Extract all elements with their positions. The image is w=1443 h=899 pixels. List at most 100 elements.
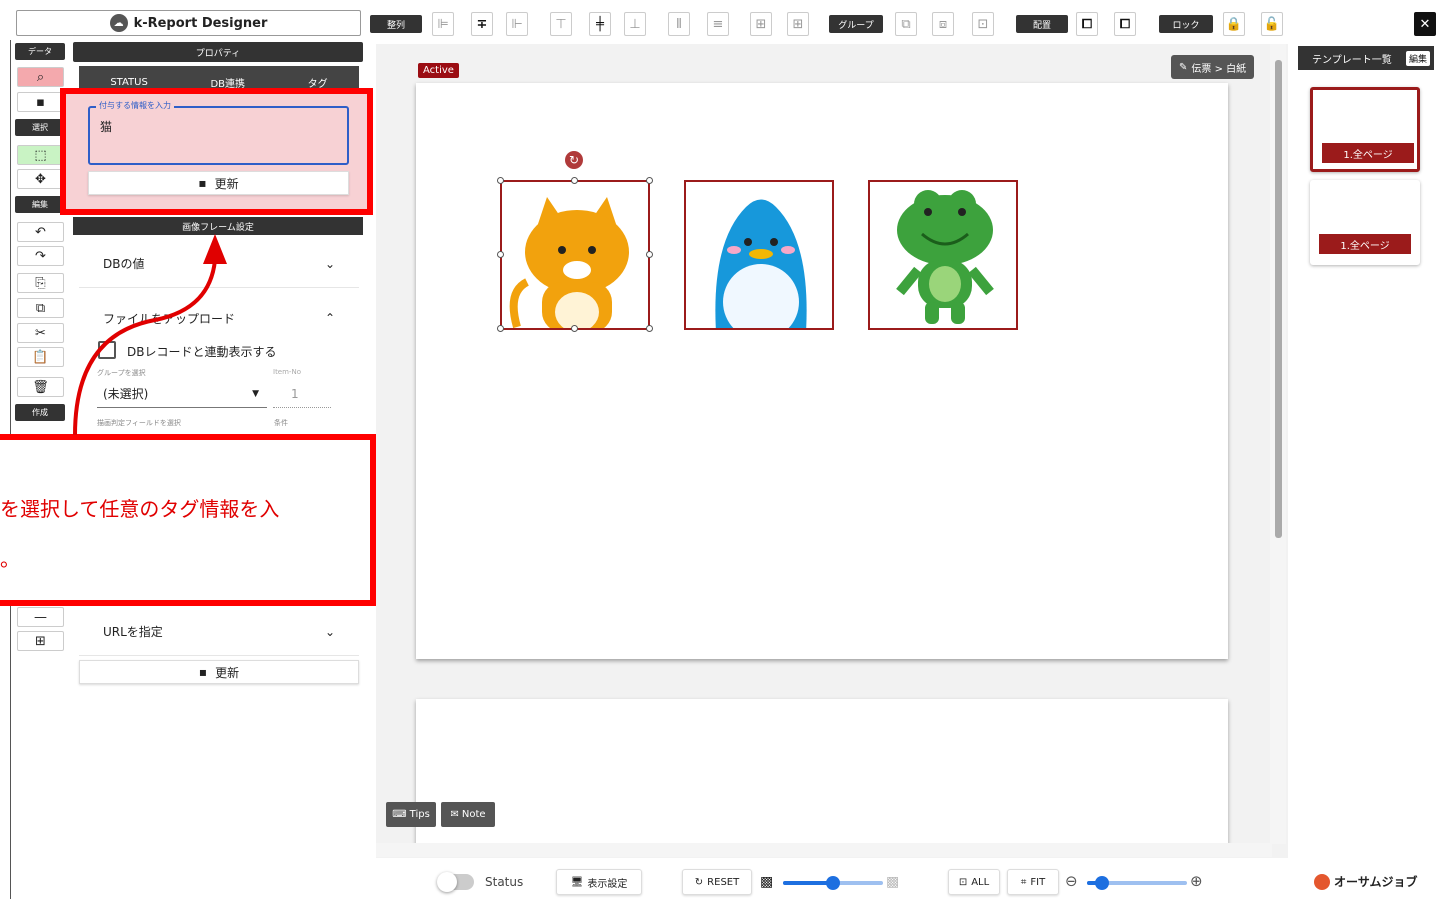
frog-image <box>896 190 994 324</box>
group-all-icon[interactable]: ⊡ <box>972 12 994 36</box>
frame-update-button[interactable]: ▪ 更新 <box>79 660 359 684</box>
unlock-icon[interactable]: 🔓 <box>1261 12 1283 36</box>
resize-handle-bl[interactable] <box>497 325 504 332</box>
fit-button[interactable]: ⌗ FIT <box>1007 869 1059 895</box>
grid-alt-icon[interactable]: ⊞ <box>787 12 809 36</box>
image-frame-cat[interactable] <box>500 180 650 330</box>
template-edit-button[interactable]: 編集 <box>1405 50 1430 66</box>
all-button[interactable]: ⊡ ALL <box>948 869 1000 895</box>
resize-handle-tr[interactable] <box>646 177 653 184</box>
image-frame-frog[interactable] <box>868 180 1018 330</box>
vertical-scroll-thumb[interactable] <box>1275 60 1282 538</box>
paste-icon[interactable]: 📋 <box>17 347 64 367</box>
properties-title: プロパティ <box>73 42 363 62</box>
template-list-title: テンプレート一覧 <box>1312 54 1392 66</box>
app-title-text: k-Report Designer <box>133 15 268 31</box>
brand-logo: オーサムジョブ <box>1314 873 1418 890</box>
copy-icon[interactable]: ⎘ <box>17 273 64 293</box>
keyboard-icon: ⌨ <box>392 809 407 820</box>
tab-status[interactable]: STATUS <box>110 77 148 88</box>
template-card-2[interactable]: 1.全ページ <box>1310 180 1420 265</box>
zoom-in-icon[interactable]: ⊕ <box>1190 872 1203 890</box>
display-settings-label: 表示設定 <box>587 878 628 890</box>
tag-update-button[interactable]: ▪ 更新 <box>88 171 349 195</box>
resize-handle-tl[interactable] <box>497 177 504 184</box>
zoom-slider-knob[interactable] <box>1095 876 1109 890</box>
resize-handle-l[interactable] <box>497 251 504 258</box>
bring-front-icon[interactable]: ⧠ <box>1076 12 1098 36</box>
breadcrumb-text: 伝票 > 白紙 <box>1191 63 1247 75</box>
chevron-down-icon: ⌄ <box>324 256 335 271</box>
tag-input-value[interactable]: 猫 <box>100 118 112 135</box>
note-icon: ✉ <box>450 809 459 820</box>
align-middle-icon[interactable]: ╪ <box>589 12 611 36</box>
fit-label: FIT <box>1030 876 1046 888</box>
align-center-icon[interactable]: ∓ <box>471 12 493 36</box>
undo-icon[interactable]: ↶ <box>17 222 64 242</box>
tag-input[interactable] <box>88 106 349 165</box>
resize-handle-br[interactable] <box>646 325 653 332</box>
resize-handle-b[interactable] <box>571 325 578 332</box>
cloud-icon: ☁ <box>109 14 128 32</box>
tag-update-label: 更新 <box>214 176 239 191</box>
move-icon[interactable]: ✥ <box>17 169 64 189</box>
align-left-icon[interactable]: ⊫ <box>432 12 454 36</box>
data-search-icon[interactable]: ⌕ <box>17 67 64 87</box>
data-section-label: データ <box>15 43 65 60</box>
grid-icon[interactable]: ⊞ <box>750 12 772 36</box>
ungroup-icon[interactable]: ⧈ <box>932 12 954 36</box>
horizontal-scrollbar[interactable] <box>376 843 1272 857</box>
template-card-1[interactable]: 1.全ページ <box>1310 87 1420 172</box>
zoom-out-icon[interactable]: ⊖ <box>1065 872 1078 890</box>
brand-icon <box>1314 873 1330 890</box>
rotate-icon[interactable]: ↻ <box>565 151 583 169</box>
display-settings-button[interactable]: 🖥 表示設定 <box>556 869 642 895</box>
delete-icon[interactable]: 🗑 <box>17 377 64 397</box>
save-icon[interactable]: ▪ <box>17 92 64 112</box>
distribute-h-icon[interactable]: ⫴ <box>668 12 690 36</box>
align-bottom-icon[interactable]: ⊥ <box>624 12 646 36</box>
cut-icon[interactable]: ✂ <box>17 323 64 343</box>
lock-icon[interactable]: 🔒 <box>1223 12 1245 36</box>
select-area-icon[interactable]: ⬚ <box>17 145 64 165</box>
url-label: URLを指定 <box>103 625 163 639</box>
cat-image <box>509 197 629 328</box>
chevron-up-icon: ⌃ <box>324 311 335 325</box>
distribute-v-icon[interactable]: ≡ <box>707 12 729 36</box>
item-no-input[interactable]: 1 <box>273 380 331 408</box>
brand-name: オーサムジョブ <box>1334 875 1418 889</box>
resize-handle-r[interactable] <box>646 251 653 258</box>
reset-button[interactable]: ↻ RESET <box>682 869 752 895</box>
callout-text: を選択して任意のタグ情報を入 。 <box>0 484 360 584</box>
chevron-down-icon: ⌄ <box>324 624 335 639</box>
redo-icon[interactable]: ↷ <box>17 246 64 266</box>
breadcrumb[interactable]: ✎ 伝票 > 白紙 <box>1171 55 1255 79</box>
accordion-url[interactable]: URLを指定 ⌄ <box>79 608 359 656</box>
line-icon[interactable]: — <box>17 607 64 627</box>
opacity-slider-knob[interactable] <box>826 876 840 890</box>
align-top-icon[interactable]: ⊤ <box>550 12 572 36</box>
opacity-min-icon: ▩ <box>760 874 774 890</box>
edit-icon: ✎ <box>1179 61 1188 73</box>
close-icon[interactable]: ✕ <box>1414 12 1436 36</box>
note-button[interactable]: ✉ Note <box>441 802 495 827</box>
page-1[interactable] <box>416 83 1228 659</box>
status-label: Status <box>485 875 524 889</box>
group-icon[interactable]: ⧉ <box>895 12 917 36</box>
resize-handle-t[interactable] <box>571 177 578 184</box>
align-right-icon[interactable]: ⊩ <box>506 12 528 36</box>
penguin-image <box>715 199 807 328</box>
save-icon: ▪ <box>198 176 207 190</box>
send-back-icon[interactable]: ⧠ <box>1114 12 1136 36</box>
template-card-label: 1.全ページ <box>1322 143 1414 163</box>
page-2[interactable] <box>416 699 1228 849</box>
monitor-icon: 🖥 <box>570 876 584 888</box>
status-toggle-knob[interactable] <box>437 872 457 892</box>
tips-button[interactable]: ⌨ Tips <box>386 802 436 827</box>
opacity-max-icon: ▩ <box>886 874 900 890</box>
image-frame-penguin[interactable] <box>684 180 834 330</box>
frame-update-label: 更新 <box>215 665 240 680</box>
callout-line-2: 。 <box>0 547 20 571</box>
duplicate-icon[interactable]: ⧉ <box>17 298 64 318</box>
table-icon[interactable]: ⊞ <box>17 631 64 651</box>
